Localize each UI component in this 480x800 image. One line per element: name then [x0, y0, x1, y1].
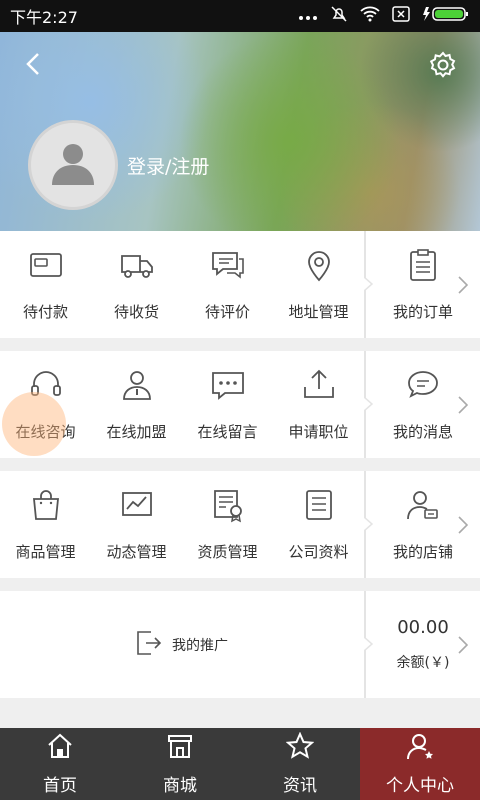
battery-icon — [422, 5, 470, 27]
apply-position-label: 申请职位 — [288, 423, 349, 441]
pending-review-label: 待评价 — [204, 303, 250, 321]
my-shop-button[interactable]: 我的店铺 — [363, 471, 480, 578]
address-management-label: 地址管理 — [288, 303, 349, 321]
truck-icon — [119, 247, 155, 287]
tab-mall-label: 商城 — [163, 776, 197, 796]
divider-notch-icon — [363, 396, 374, 412]
my-messages-button[interactable]: 我的消息 — [363, 351, 480, 458]
certificate-icon — [210, 487, 246, 527]
my-promotion-button[interactable]: 我的推广 — [0, 591, 364, 698]
chevron-right-icon — [458, 635, 469, 654]
divider-notch-icon — [363, 516, 374, 532]
my-orders-label: 我的订单 — [392, 303, 453, 321]
user-silhouette-icon — [49, 141, 97, 189]
home-icon — [46, 732, 74, 765]
chat-bubble-icon — [210, 367, 246, 407]
shopping-bag-icon — [28, 487, 64, 527]
pending-payment-label: 待付款 — [22, 303, 68, 321]
product-management-label: 商品管理 — [15, 543, 76, 561]
location-pin-icon — [301, 247, 337, 287]
clipboard-icon — [405, 247, 441, 287]
tab-profile-label: 个人中心 — [386, 776, 454, 796]
divider-notch-icon — [363, 276, 374, 292]
divider-notch-icon — [363, 636, 374, 652]
online-message-button[interactable]: 在线留言 — [182, 351, 273, 458]
back-icon[interactable] — [20, 50, 48, 78]
qualification-management-label: 资质管理 — [197, 543, 258, 561]
user-center-icon — [406, 732, 434, 765]
product-management-button[interactable]: 商品管理 — [0, 471, 91, 578]
tab-profile[interactable]: 个人中心 — [360, 728, 480, 800]
chart-icon — [119, 487, 155, 527]
company-info-label: 公司资料 — [288, 543, 349, 561]
pending-payment-button[interactable]: 待付款 — [0, 231, 91, 338]
document-list-icon — [301, 487, 337, 527]
comment-icon — [210, 247, 246, 287]
address-management-button[interactable]: 地址管理 — [273, 231, 364, 338]
news-management-button[interactable]: 动态管理 — [91, 471, 182, 578]
store-icon — [166, 732, 194, 765]
orders-panel: 待付款 待收货 待评价 地址管理 我的订单 — [0, 231, 480, 338]
touch-ripple — [2, 392, 66, 456]
promotion-panel: 我的推广 00.00 余额(￥) — [0, 591, 480, 698]
company-info-button[interactable]: 公司资料 — [273, 471, 364, 578]
profile-header: 登录/注册 — [0, 32, 480, 231]
tab-home-label: 首页 — [43, 776, 77, 796]
pending-receipt-button[interactable]: 待收货 — [91, 231, 182, 338]
chevron-right-icon — [458, 395, 469, 414]
balance-label: 余额(￥) — [396, 655, 450, 671]
qualification-management-button[interactable]: 资质管理 — [182, 471, 273, 578]
online-message-label: 在线留言 — [197, 423, 258, 441]
tab-news[interactable]: 资讯 — [240, 728, 360, 800]
tab-home[interactable]: 首页 — [0, 728, 120, 800]
my-orders-button[interactable]: 我的订单 — [363, 231, 480, 338]
status-icons — [298, 5, 470, 27]
avatar[interactable] — [28, 120, 118, 210]
mute-icon — [330, 5, 348, 27]
message-icon — [405, 367, 441, 407]
services-panel: 在线咨询 在线加盟 在线留言 申请职位 我的消息 — [0, 351, 480, 458]
tab-news-label: 资讯 — [283, 776, 317, 796]
online-join-label: 在线加盟 — [106, 423, 167, 441]
tab-mall[interactable]: 商城 — [120, 728, 240, 800]
balance-amount: 00.00 — [397, 617, 449, 638]
balance-button[interactable]: 00.00 余额(￥) — [363, 591, 480, 698]
status-bar: 下午2:27 — [0, 0, 480, 32]
chevron-right-icon — [458, 275, 469, 294]
online-join-button[interactable]: 在线加盟 — [91, 351, 182, 458]
user-join-icon — [119, 367, 155, 407]
gear-icon[interactable] — [428, 50, 458, 80]
more-dots-icon — [298, 7, 318, 26]
upload-icon — [301, 367, 337, 407]
news-management-label: 动态管理 — [106, 543, 167, 561]
shop-owner-icon — [405, 487, 441, 527]
sim-off-icon — [392, 6, 410, 26]
pending-review-button[interactable]: 待评价 — [182, 231, 273, 338]
my-messages-label: 我的消息 — [392, 423, 453, 441]
wallet-icon — [28, 247, 64, 287]
pending-receipt-label: 待收货 — [113, 303, 159, 321]
bottom-tab-bar: 首页 商城 资讯 个人中心 — [0, 728, 480, 800]
share-out-icon — [136, 630, 162, 660]
apply-position-button[interactable]: 申请职位 — [273, 351, 364, 458]
my-promotion-label: 我的推广 — [172, 637, 228, 654]
status-time: 下午2:27 — [10, 8, 78, 27]
management-panel: 商品管理 动态管理 资质管理 公司资料 我的店铺 — [0, 471, 480, 578]
my-shop-label: 我的店铺 — [392, 543, 453, 561]
login-register-link[interactable]: 登录/注册 — [127, 152, 209, 179]
wifi-icon — [360, 6, 380, 26]
chevron-right-icon — [458, 515, 469, 534]
star-icon — [285, 731, 315, 765]
